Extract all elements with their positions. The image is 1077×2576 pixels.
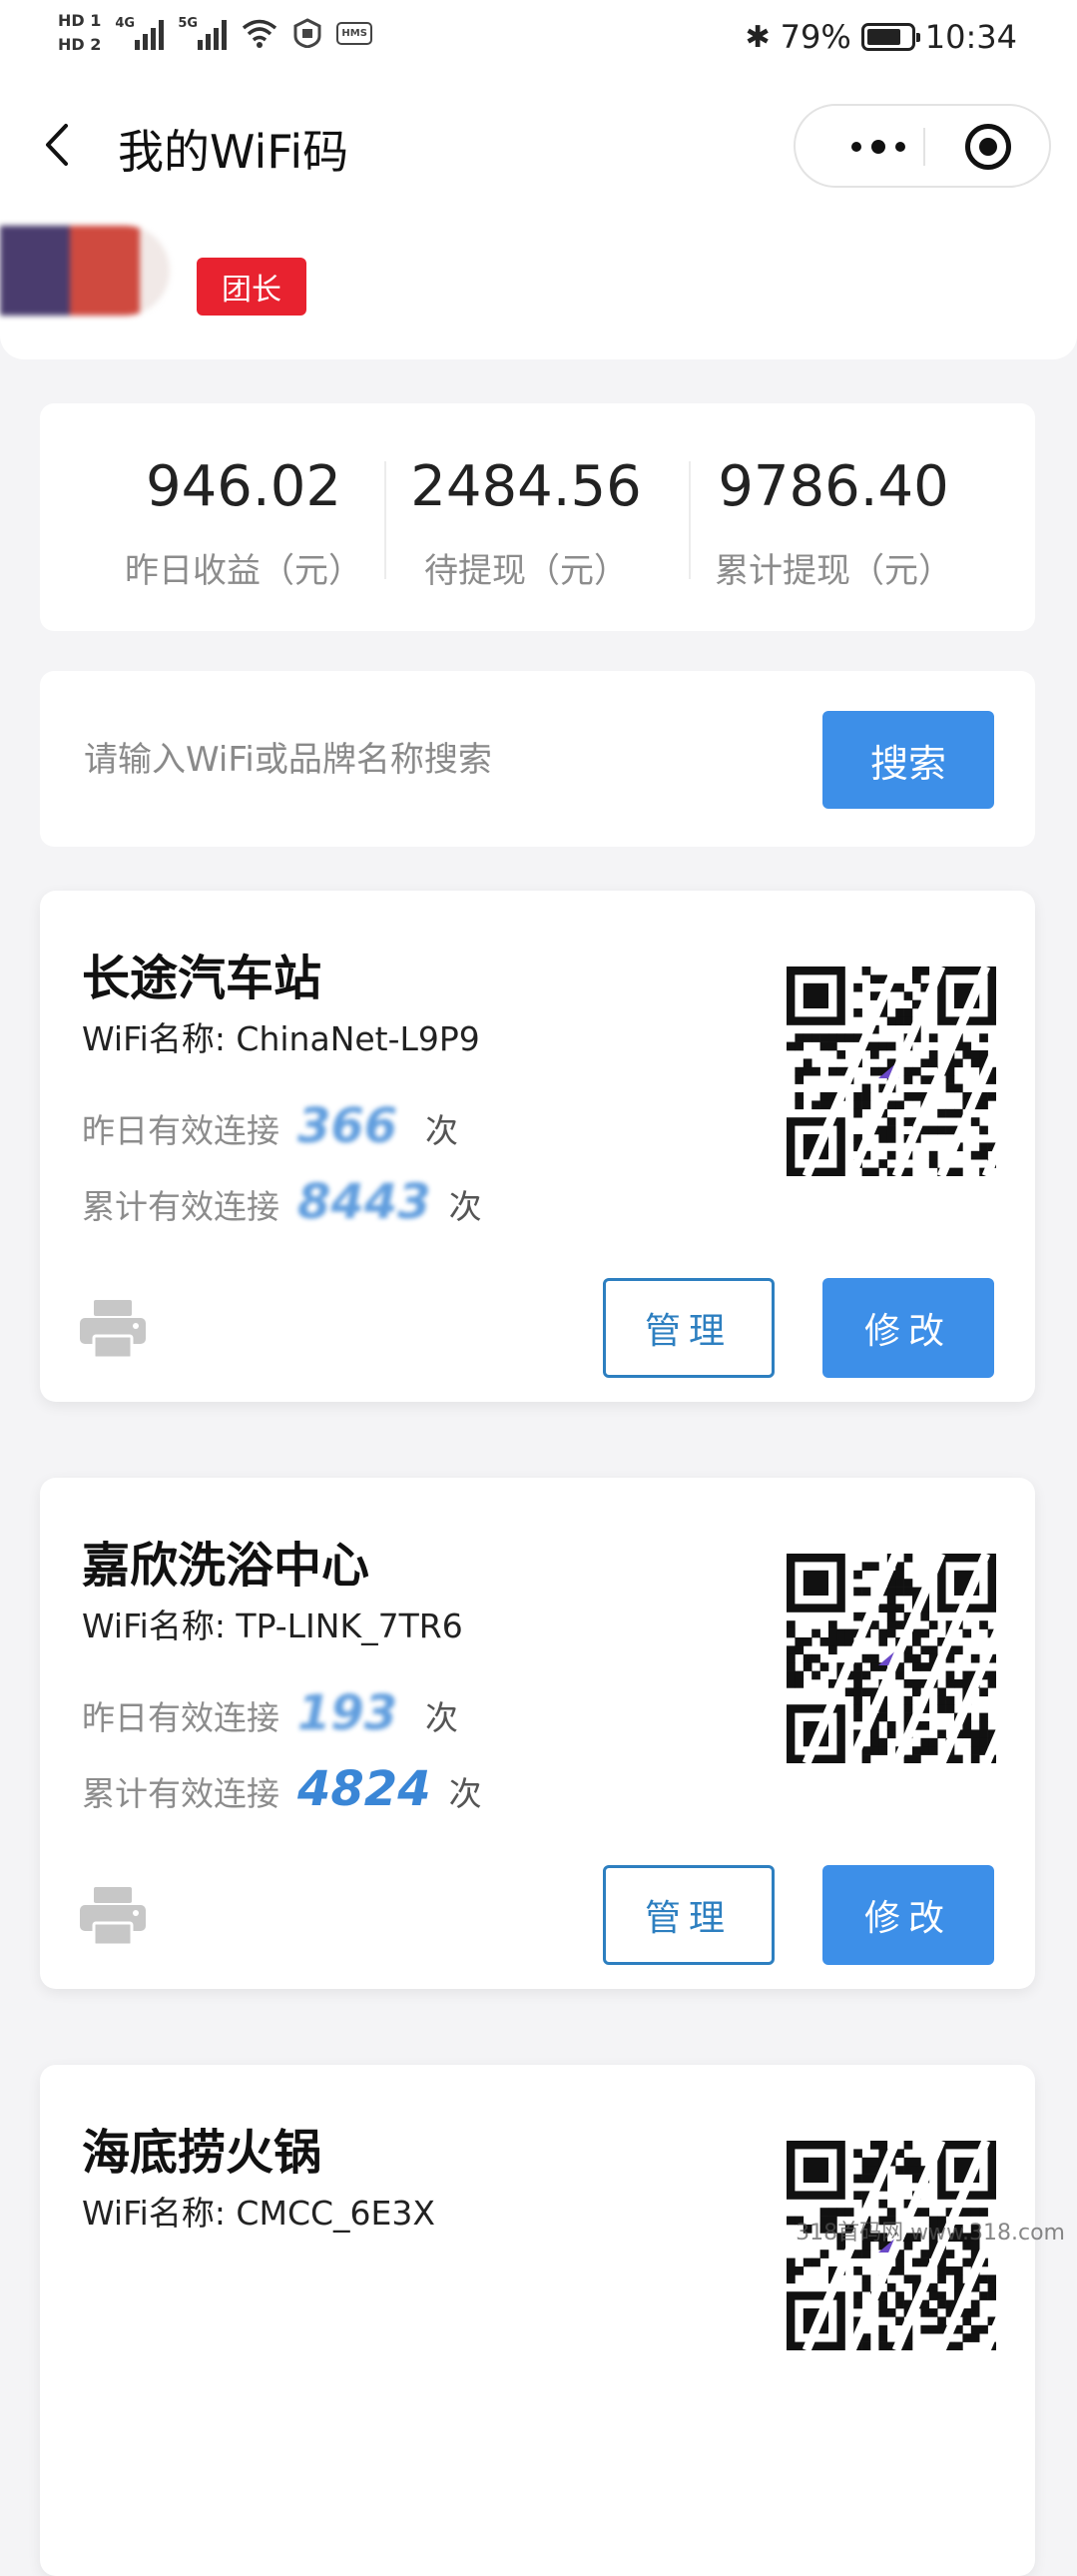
watermark: 318首码网 www.318.com: [796, 2221, 1065, 2246]
shield-status-icon: [293, 18, 321, 48]
unit-label: 次: [425, 1111, 458, 1150]
yesterday-connections: 昨日有效连接 366 次: [82, 1098, 458, 1154]
edit-button[interactable]: 修改: [822, 1278, 994, 1378]
total-count: 8443: [297, 1174, 431, 1230]
total-connections: 累计有效连接 8443 次: [82, 1174, 482, 1230]
stat-label: 累计提现（元）: [715, 551, 952, 591]
wifi-card: 嘉欣洗浴中心 WiFi名称: TP-LINK_7TR6 昨日有效连接 193 次…: [40, 1478, 1035, 1989]
hd1-label: HD 1: [58, 11, 102, 30]
printer-icon[interactable]: [80, 1300, 146, 1358]
stat-value: 2484.56: [410, 454, 642, 519]
yesterday-label: 昨日有效连接: [82, 1698, 279, 1737]
earnings-stats: 946.02 昨日收益（元） 2484.56 待提现（元） 9786.40 累计…: [40, 403, 1035, 631]
wifi-card: 海底捞火锅 WiFi名称: CMCC_6E3X: [40, 2065, 1035, 2576]
clock: 10:34: [924, 18, 1017, 56]
stat-value: 9786.40: [718, 454, 949, 519]
hd-indicators: HD 1 HD 2: [58, 12, 101, 54]
qr-code[interactable]: [787, 966, 996, 1176]
wifi-status-icon: [243, 19, 277, 48]
total-connections: 累计有效连接 4824 次: [82, 1761, 482, 1817]
yesterday-count: 193: [297, 1685, 398, 1741]
stat-yesterday: 946.02 昨日收益（元）: [94, 453, 393, 592]
wifi-card: 长途汽车站 WiFi名称: ChinaNet-L9P9 昨日有效连接 366 次…: [40, 891, 1035, 1402]
close-target-icon[interactable]: [965, 124, 1011, 170]
role-tag: 团长: [197, 258, 306, 316]
search-button[interactable]: 搜索: [822, 711, 994, 809]
qr-code[interactable]: [787, 1554, 996, 1763]
unit-label: 次: [448, 1187, 482, 1226]
wifi-venue-name: 海底捞火锅: [82, 2125, 322, 2181]
search-bar: 搜索: [40, 671, 1035, 847]
total-label: 累计有效连接: [82, 1774, 279, 1813]
manage-button[interactable]: 管理: [603, 1278, 775, 1378]
battery-percent: 79%: [780, 18, 851, 56]
manage-button[interactable]: 管理: [603, 1865, 775, 1965]
stat-pending: 2484.56 待提现（元）: [376, 453, 676, 592]
unit-label: 次: [425, 1698, 458, 1737]
stat-total: 9786.40 累计提现（元）: [684, 453, 983, 592]
yesterday-connections: 昨日有效连接 193 次: [82, 1685, 458, 1741]
status-right: ✱ 79% 10:34: [746, 18, 1017, 56]
bluetooth-icon: ✱: [745, 19, 771, 55]
hd2-label: HD 2: [58, 35, 102, 54]
wifi-ssid: WiFi名称: TP-LINK_7TR6: [82, 1607, 463, 1645]
stat-value: 946.02: [146, 454, 341, 519]
edit-button[interactable]: 修改: [822, 1865, 994, 1965]
wifi-ssid: WiFi名称: CMCC_6E3X: [82, 2194, 435, 2233]
profile-header: 团长: [0, 210, 1077, 359]
status-bar: HD 1 HD 2 4G 5G HMS ✱ 79% 10:34: [0, 0, 1077, 80]
status-left: HD 1 HD 2 4G 5G HMS: [58, 12, 372, 54]
signal-sim1-icon: 4G: [115, 16, 165, 50]
nav-bar: 我的WiFi码: [0, 80, 1077, 210]
yesterday-count: 366: [297, 1098, 398, 1154]
unit-label: 次: [448, 1774, 482, 1813]
battery-fill: [866, 29, 900, 45]
avatar[interactable]: [0, 226, 170, 316]
battery-icon: [860, 23, 920, 51]
wifi-venue-name: 长途汽车站: [82, 951, 322, 1006]
hms-icon: HMS: [336, 21, 372, 45]
more-icon[interactable]: [833, 130, 923, 164]
stat-label: 待提现（元）: [424, 551, 628, 591]
total-count: 4824: [297, 1761, 431, 1817]
capsule-divider: [923, 128, 925, 166]
wifi-ssid: WiFi名称: ChinaNet-L9P9: [82, 1019, 480, 1058]
signal-sim2-icon: 5G: [178, 16, 228, 50]
mini-program-capsule: [794, 104, 1051, 188]
back-icon[interactable]: [38, 120, 78, 170]
yesterday-label: 昨日有效连接: [82, 1111, 279, 1150]
printer-icon[interactable]: [80, 1887, 146, 1945]
total-label: 累计有效连接: [82, 1187, 279, 1226]
wifi-venue-name: 嘉欣洗浴中心: [82, 1538, 370, 1594]
stat-label: 昨日收益（元）: [125, 551, 362, 591]
search-input[interactable]: [82, 719, 805, 801]
page-title: 我的WiFi码: [118, 125, 349, 179]
